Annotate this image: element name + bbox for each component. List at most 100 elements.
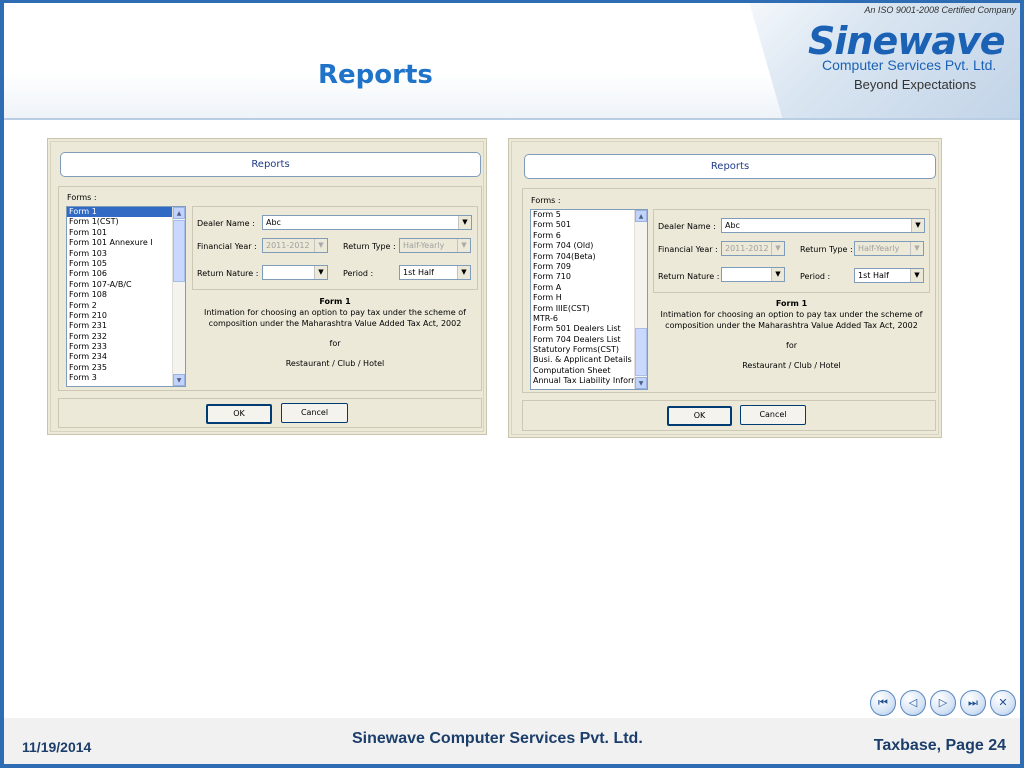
form-info: Form 1 Intimation for choosing an option… <box>192 296 478 369</box>
list-item[interactable]: Form IIIE(CST) <box>531 304 647 314</box>
return-nature-select[interactable]: ▼ <box>262 265 328 280</box>
close-icon[interactable]: ✕ <box>990 690 1016 716</box>
return-nature-select[interactable]: ▼ <box>721 267 785 282</box>
form-info-line-1: Intimation for choosing an option to pay… <box>204 308 466 317</box>
list-item[interactable]: Form 231 <box>67 321 185 331</box>
form-info-for: for <box>329 339 341 348</box>
list-item[interactable]: Form 1(CST) <box>67 217 185 227</box>
forms-scrollbar[interactable]: ▲ ▼ <box>634 210 647 389</box>
list-item[interactable]: Form 235 <box>67 363 185 373</box>
list-item[interactable]: Form 210 <box>67 311 185 321</box>
scroll-up-icon[interactable]: ▲ <box>173 207 185 219</box>
financial-year-select[interactable]: 2011-2012 ▼ <box>721 241 785 256</box>
list-item[interactable]: Form 101 <box>67 228 185 238</box>
forms-listbox[interactable]: Form 5 Form 501 Form 6 Form 704 (Old) Form 7… <box>530 209 648 390</box>
list-item[interactable]: Form 232 <box>67 332 185 342</box>
list-item[interactable]: Computation Sheet <box>531 366 647 376</box>
footer-company: Sinewave Computer Services Pvt. Ltd. <box>352 730 643 747</box>
form-info-category: Restaurant / Club / Hotel <box>285 359 385 368</box>
form-info-line-2: composition under the Maharashtra Value … <box>665 321 918 330</box>
ok-button[interactable]: OK <box>667 406 732 426</box>
financial-year-value: 2011-2012 <box>725 244 769 253</box>
chevron-down-icon[interactable]: ▼ <box>910 242 923 255</box>
logo-subtitle: Computer Services Pvt. Ltd. <box>822 57 997 73</box>
form-info-line-1: Intimation for choosing an option to pay… <box>660 310 923 319</box>
list-item[interactable]: MTR-6 <box>531 314 647 324</box>
reports-dialog-left: Reports Forms : Form 1 Form 1(CST) Form 10… <box>47 138 487 435</box>
list-item[interactable]: Busi. & Applicant Details <box>531 355 647 365</box>
company-logo: An ISO 9001-2008 Certified Company Sinew… <box>808 5 1020 105</box>
scroll-down-icon[interactable]: ▼ <box>635 377 647 389</box>
return-type-select[interactable]: Half-Yearly ▼ <box>854 241 924 256</box>
chevron-down-icon[interactable]: ▼ <box>314 239 327 252</box>
list-item[interactable]: Statutory Forms(CST) <box>531 345 647 355</box>
next-slide-icon[interactable]: ▷ <box>930 690 956 716</box>
dealer-name-select[interactable]: Abc ▼ <box>721 218 925 233</box>
dialog-title: Reports <box>524 154 936 179</box>
list-item[interactable]: Form 105 <box>67 259 185 269</box>
chevron-down-icon[interactable]: ▼ <box>458 216 471 229</box>
forms-label: Forms : <box>67 193 97 202</box>
chevron-down-icon[interactable]: ▼ <box>457 239 470 252</box>
list-item[interactable]: Form 3 <box>67 373 185 383</box>
dealer-name-label: Dealer Name : <box>658 222 716 231</box>
list-item[interactable]: Form 704(Beta) <box>531 252 647 262</box>
form-info: Form 1 Intimation for choosing an option… <box>653 298 930 371</box>
return-type-select[interactable]: Half-Yearly ▼ <box>399 238 471 253</box>
list-item[interactable]: Form H <box>531 293 647 303</box>
previous-slide-icon[interactable]: ◁ <box>900 690 926 716</box>
scroll-thumb[interactable] <box>635 328 647 376</box>
list-item[interactable]: Form 103 <box>67 249 185 259</box>
reports-dialog-right: Reports Forms : Form 5 Form 501 Form 6 Form… <box>508 138 942 438</box>
list-item[interactable]: Annual Tax Liability Inform <box>531 376 647 386</box>
return-type-label: Return Type : <box>343 242 396 251</box>
dealer-name-select[interactable]: Abc ▼ <box>262 215 472 230</box>
list-item[interactable]: Form 106 <box>67 269 185 279</box>
scroll-up-icon[interactable]: ▲ <box>635 210 647 222</box>
period-value: 1st Half <box>858 271 889 280</box>
last-slide-icon[interactable]: ⏭ <box>960 690 986 716</box>
form-info-line-2: composition under the Maharashtra Value … <box>208 319 462 328</box>
return-nature-label: Return Nature : <box>658 272 720 281</box>
list-item[interactable]: Form 709 <box>531 262 647 272</box>
period-select[interactable]: 1st Half ▼ <box>399 265 471 280</box>
period-select[interactable]: 1st Half ▼ <box>854 268 924 283</box>
cancel-button[interactable]: Cancel <box>281 403 348 423</box>
logo-tagline: Beyond Expectations <box>854 77 977 92</box>
list-item[interactable]: Form A <box>531 283 647 293</box>
form-info-category: Restaurant / Club / Hotel <box>742 361 841 370</box>
chevron-down-icon[interactable]: ▼ <box>911 219 924 232</box>
list-item[interactable]: Form 501 <box>531 220 647 230</box>
forms-list: Form 5 Form 501 Form 6 Form 704 (Old) Form 7… <box>531 210 647 387</box>
financial-year-select[interactable]: 2011-2012 ▼ <box>262 238 328 253</box>
form-info-title: Form 1 <box>775 299 808 308</box>
list-item[interactable]: Form 233 <box>67 342 185 352</box>
scroll-down-icon[interactable]: ▼ <box>173 374 185 386</box>
list-item[interactable]: Form 108 <box>67 290 185 300</box>
chevron-down-icon[interactable]: ▼ <box>314 266 327 279</box>
list-item[interactable]: Form 2 <box>67 301 185 311</box>
list-item[interactable]: Form 6 <box>531 231 647 241</box>
list-item[interactable]: Form 704 (Old) <box>531 241 647 251</box>
chevron-down-icon[interactable]: ▼ <box>457 266 470 279</box>
list-item[interactable]: Form 1 <box>67 207 185 218</box>
list-item[interactable]: Form 5 <box>531 210 647 220</box>
chevron-down-icon[interactable]: ▼ <box>771 268 784 281</box>
forms-scrollbar[interactable]: ▲ ▼ <box>172 207 185 386</box>
period-label: Period : <box>800 272 831 281</box>
list-item[interactable]: Form 501 Dealers List <box>531 324 647 334</box>
list-item[interactable]: Form 704 Dealers List <box>531 335 647 345</box>
chevron-down-icon[interactable]: ▼ <box>771 242 784 255</box>
forms-listbox[interactable]: Form 1 Form 1(CST) Form 101 Form 101 Annexu… <box>66 206 186 387</box>
logo-iso-text: An ISO 9001-2008 Certified Company <box>864 5 1016 15</box>
list-item[interactable]: Form 101 Annexure I <box>67 238 185 248</box>
list-item[interactable]: Form 710 <box>531 272 647 282</box>
list-item[interactable]: Form 107-A/B/C <box>67 280 185 290</box>
cancel-button[interactable]: Cancel <box>740 405 806 425</box>
forms-label: Forms : <box>531 196 561 205</box>
ok-button[interactable]: OK <box>206 404 272 424</box>
scroll-thumb[interactable] <box>173 220 185 282</box>
chevron-down-icon[interactable]: ▼ <box>910 269 923 282</box>
list-item[interactable]: Form 234 <box>67 352 185 362</box>
first-slide-icon[interactable]: ⏮ <box>870 690 896 716</box>
